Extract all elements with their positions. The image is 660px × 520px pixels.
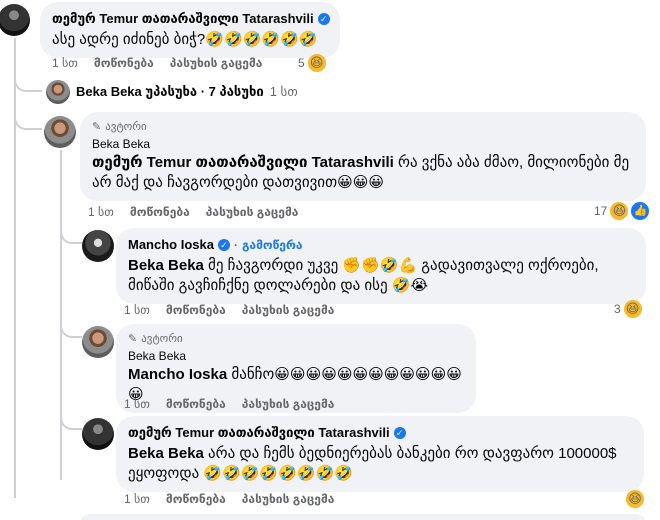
comment-actions: 1 სთ მოწონება პასუხის გაცემა <box>88 205 298 219</box>
comment-author[interactable]: თემურ Temur თათარაშვილი Tatarashvili <box>128 425 390 441</box>
avatar[interactable] <box>44 116 76 148</box>
like-button[interactable]: მოწონება <box>166 303 226 317</box>
avatar[interactable] <box>82 418 114 450</box>
comment-bubble: თემურ Temur თათარაშვილი Tatarashvili ✓ B… <box>116 416 644 492</box>
verified-icon: ✓ <box>217 238 230 251</box>
verified-icon: ✓ <box>393 427 406 439</box>
replies-summary[interactable]: Beka Beka უპასუხა · 7 პასუხი 1 სთ <box>76 84 298 100</box>
haha-reaction-icon: 😆 <box>610 202 629 220</box>
comment-actions: 1 სთ მოწონება პასუხის გაცემა <box>52 56 262 70</box>
comment-author[interactable]: თემურ Temur თათარაშვილი Tatarashvili <box>52 11 314 27</box>
reaction-count: 3 <box>614 302 621 316</box>
haha-reaction-icon: 😆 <box>626 490 644 508</box>
mention-link[interactable]: თემურ Temur თათარაშვილი Tatarashvili <box>92 154 394 171</box>
avatar[interactable] <box>46 80 70 104</box>
mention-link[interactable]: Beka Beka <box>128 445 204 462</box>
reaction-summary[interactable]: 3 😆 <box>614 300 642 318</box>
follow-button[interactable]: გამოწერა <box>242 238 303 252</box>
author-badge: ავტორი <box>105 121 147 133</box>
comment-time[interactable]: 1 სთ <box>124 303 150 317</box>
comment-actions: 1 სთ მოწონება პასუხის გაცემა <box>124 397 334 411</box>
comment-actions: 1 სთ მოწონება პასუხის გაცემა <box>124 492 334 506</box>
verified-icon: ✓ <box>317 13 330 25</box>
thread-connector <box>14 108 42 130</box>
avatar[interactable] <box>82 326 114 358</box>
pencil-icon: ✎ <box>92 121 102 133</box>
avatar[interactable] <box>82 230 114 262</box>
thread-connector <box>14 76 42 92</box>
comment-bubble: თემურ Temur თათარაშვილი Tatarashvili ✓ ა… <box>40 2 340 58</box>
haha-reaction-icon: 😆 <box>307 54 326 72</box>
comment-author[interactable]: Beka Beka <box>92 137 634 151</box>
reaction-count: 5 <box>298 56 305 70</box>
reply-button[interactable]: პასუხის გაცემა <box>242 397 335 411</box>
comment-bubble: Mancho Ioska ✓ · გამოწერა Beka Beka მე ჩ… <box>116 228 646 304</box>
like-reaction-icon: 👍 <box>631 202 650 220</box>
reply-button[interactable]: პასუხის გაცემა <box>242 492 335 506</box>
reaction-summary[interactable]: 5 😆 <box>298 54 326 72</box>
thread-line <box>60 150 62 480</box>
like-button[interactable]: მოწონება <box>166 492 226 506</box>
comment-bubble: ✎ ავტორი Beka Beka თემურ Temur თათარაშვი… <box>80 112 646 201</box>
comment-time[interactable]: 1 სთ <box>88 205 114 219</box>
comment-author[interactable]: Beka Beka <box>128 349 464 363</box>
haha-reaction-icon: 😆 <box>623 300 642 318</box>
thread-connector <box>60 412 82 430</box>
reaction-summary[interactable]: 17 😆 👍 <box>594 202 650 220</box>
comment-text: ასე ადრე იძინებ ბიჭ?🤣🤣🤣🤣🤣🤣 <box>52 31 318 48</box>
reply-button[interactable]: პასუხის გაცემა <box>242 303 335 317</box>
author-badge: ავტორი <box>141 333 183 345</box>
thread-connector <box>60 226 82 244</box>
mention-link[interactable]: Beka Beka <box>128 257 204 274</box>
like-button[interactable]: მოწონება <box>166 397 226 411</box>
reaction-count: 17 <box>594 204 608 218</box>
thread-line <box>14 38 16 498</box>
comment-time[interactable]: 1 სთ <box>124 397 150 411</box>
avatar[interactable] <box>0 4 30 36</box>
comment-bubble <box>80 514 646 520</box>
comment-actions: 1 სთ მოწონება პასუხის გაცემა <box>124 303 334 317</box>
comment-time[interactable]: 1 სთ <box>52 56 78 70</box>
mention-link[interactable]: Mancho Ioska <box>128 366 227 383</box>
comment-author[interactable]: Mancho Ioska <box>128 237 214 252</box>
replies-summary-text: Beka Beka უპასუხა · 7 პასუხი <box>76 84 264 99</box>
replies-summary-time: 1 სთ <box>269 84 298 99</box>
comment-time[interactable]: 1 სთ <box>124 492 150 506</box>
pencil-icon: ✎ <box>128 333 138 345</box>
reply-button[interactable]: პასუხის გაცემა <box>170 56 263 70</box>
reaction-summary[interactable]: 😆 <box>626 490 644 508</box>
reply-button[interactable]: პასუხის გაცემა <box>206 205 299 219</box>
like-button[interactable]: მოწონება <box>94 56 154 70</box>
thread-connector <box>60 320 82 338</box>
like-button[interactable]: მოწონება <box>130 205 190 219</box>
